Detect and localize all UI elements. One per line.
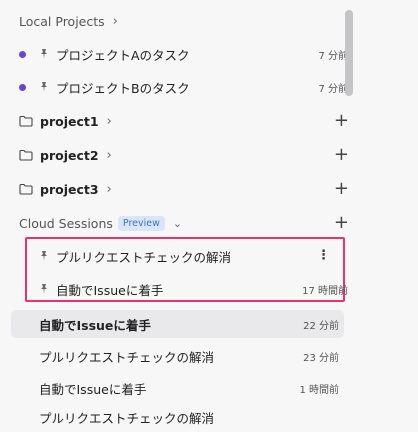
plus-icon[interactable]: + [334, 112, 349, 130]
scrollbar-thumb[interactable] [345, 10, 353, 96]
unread-dot-icon [19, 83, 26, 91]
chevron-right-icon: › [106, 113, 112, 129]
folder-icon [19, 115, 33, 127]
session-title: 自動でIssueに着手 [39, 381, 147, 397]
more-vertical-icon[interactable]: ⋮ [317, 249, 330, 262]
cloud-session-row[interactable]: プルリクエストチェックの解消 23 分前 [39, 341, 339, 371]
session-time: 17 時間前 [302, 285, 348, 297]
folder-row-project1[interactable]: project1 › [19, 106, 348, 136]
task-time: 7 分前 [318, 83, 348, 95]
plus-icon[interactable]: + [334, 180, 349, 198]
folder-row-project2[interactable]: project2 › [19, 140, 348, 170]
local-task-row[interactable]: プロジェクトAのタスク 7 分前 [19, 39, 348, 69]
cloud-session-row[interactable]: 自動でIssueに着手 17 時間前 [38, 274, 348, 304]
folder-icon [19, 183, 33, 195]
cloud-sessions-label: Cloud Sessions [19, 216, 113, 231]
cloud-session-row-selected[interactable]: 自動でIssueに着手 22 分前 [39, 309, 339, 339]
session-time: 23 分前 [303, 352, 339, 364]
folder-icon [19, 149, 33, 161]
session-time: 22 分前 [303, 320, 339, 332]
plus-icon[interactable]: + [334, 146, 349, 164]
local-task-row[interactable]: プロジェクトBのタスク 7 分前 [19, 72, 348, 102]
task-title: プロジェクトAのタスク [56, 47, 190, 63]
cloud-sessions-header[interactable]: Cloud Sessions Preview ⌄ [19, 216, 182, 231]
folder-label: project2 [40, 147, 99, 163]
chevron-right-icon: › [106, 181, 112, 197]
session-title: プルリクエストチェックの解消 [39, 410, 215, 426]
pin-icon [41, 49, 47, 59]
cloud-session-row[interactable]: プルリクエストチェックの解消 [39, 402, 339, 432]
chevron-right-icon: › [106, 147, 112, 163]
unread-dot-icon [19, 50, 26, 58]
task-time: 7 分前 [318, 50, 348, 62]
pin-icon [41, 251, 47, 261]
folder-label: project1 [40, 113, 99, 129]
session-title: 自動でIssueに着手 [56, 282, 164, 298]
pin-icon [41, 284, 47, 294]
session-title: 自動でIssueに着手 [39, 317, 151, 333]
folder-label: project3 [40, 181, 99, 197]
chevron-down-icon: ⌄ [172, 217, 183, 230]
plus-icon[interactable]: + [334, 214, 349, 232]
pin-icon [41, 82, 47, 92]
cloud-session-row[interactable]: 自動でIssueに着手 1 時間前 [39, 373, 339, 403]
cloud-session-row[interactable]: プルリクエストチェックの解消 [38, 241, 330, 271]
task-title: プロジェクトBのタスク [56, 80, 190, 96]
session-title: プルリクエストチェックの解消 [39, 349, 215, 365]
chevron-right-icon: › [112, 14, 118, 29]
session-time: 1 時間前 [299, 384, 339, 396]
session-title: プルリクエストチェックの解消 [56, 249, 232, 265]
local-projects-label: Local Projects [19, 14, 105, 29]
folder-row-project3[interactable]: project3 › [19, 174, 348, 204]
local-projects-header[interactable]: Local Projects › [19, 14, 118, 29]
preview-badge: Preview [117, 216, 165, 231]
